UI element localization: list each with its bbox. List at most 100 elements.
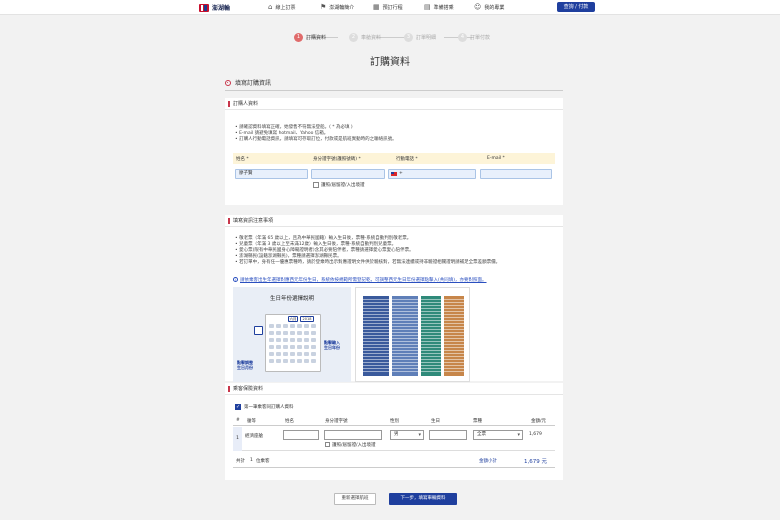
table-row-line xyxy=(444,365,464,366)
table-row-line xyxy=(421,335,441,336)
calendar-day-cell xyxy=(276,324,281,328)
col-header: 身分證字號 xyxy=(325,419,348,424)
subtotal-label: 金額小計 xyxy=(479,459,497,464)
calendar-day-cell xyxy=(311,331,316,335)
nav-item-my[interactable]: ☺ 我的專業 xyxy=(474,3,505,12)
table-row-line xyxy=(363,302,389,303)
calendar-day-cell xyxy=(269,352,274,356)
passenger-passport-checkbox[interactable] xyxy=(325,442,330,447)
table-row-line xyxy=(421,305,441,306)
calendar-day-cell xyxy=(304,331,309,335)
email-input[interactable] xyxy=(480,169,552,179)
table-row-line xyxy=(421,326,441,327)
table-row-line xyxy=(363,344,389,345)
table-row-line xyxy=(392,341,418,342)
table-row-line xyxy=(363,299,389,300)
table-row-line xyxy=(363,335,389,336)
step-number: 4 xyxy=(458,33,467,42)
calendar-day-cell xyxy=(283,352,288,356)
table-row-line xyxy=(363,338,389,339)
table-row-line xyxy=(363,317,389,318)
illustration-note-left: 點擊調整 生日月份 xyxy=(237,360,253,370)
year-click-box xyxy=(254,326,263,335)
note-item: 若訂單中，身有任一優惠票種時，請於登乘時出示對應證明文件供於驗核對，若無法連續或… xyxy=(235,260,500,266)
table-row-line xyxy=(444,356,464,357)
nav-item-prepare[interactable]: ▤ 準備搭乘 xyxy=(424,3,454,12)
table-row-line xyxy=(363,365,389,366)
ticket-type-select[interactable]: 全票 xyxy=(473,430,523,440)
calendar-icon: ▦ xyxy=(373,3,380,11)
same-as-buyer-checkbox[interactable] xyxy=(235,404,241,410)
table-row-line xyxy=(392,347,418,348)
calendar-day-cell xyxy=(290,359,295,363)
table-row: 1 經濟座艙 男 全票 1,679 護照/居留證/入出境證 xyxy=(233,427,555,451)
table-row-line xyxy=(444,371,464,372)
passenger-name-input[interactable] xyxy=(283,430,319,440)
col-header: 性別 xyxy=(390,419,399,424)
logo-mark-icon xyxy=(199,3,209,12)
table-row-line xyxy=(363,332,389,333)
passport-checkbox[interactable] xyxy=(313,182,319,188)
phone-input[interactable]: + xyxy=(388,169,476,179)
table-row-line xyxy=(363,305,389,306)
notice-card: 填寫資訊注意事項 敬老票（年滿 65 歲以上，且為中華民國籍）輸入生日後，票種-… xyxy=(225,215,563,382)
calendar-day-cell xyxy=(311,324,316,328)
table-row-line xyxy=(421,341,441,342)
age-table-image xyxy=(355,287,470,382)
calendar-day-cell xyxy=(290,338,295,342)
divider xyxy=(225,90,563,91)
reselect-voyage-button[interactable]: 重新選擇航班 xyxy=(334,493,376,505)
table-row-line xyxy=(392,332,418,333)
nav-item-itinerary[interactable]: ▦ 預訂行程 xyxy=(373,3,403,12)
table-row-line xyxy=(392,302,418,303)
table-row-line xyxy=(444,302,464,303)
gender-select[interactable]: 男 xyxy=(390,430,424,440)
row-index: 1 xyxy=(233,427,242,451)
birthday-illustration: 生日年份選擇說明 六月 2018 點擊調整 生日月份 點擊輸入 生日年份 xyxy=(233,287,351,382)
step-number: 2 xyxy=(349,33,358,42)
table-row-line xyxy=(363,359,389,360)
table-row-line xyxy=(392,350,418,351)
table-row-line xyxy=(421,338,441,339)
table-row-line xyxy=(421,368,441,369)
col-header: 姓名 xyxy=(285,419,294,424)
table-row-line xyxy=(421,308,441,309)
logo[interactable]: 澎湖輪 xyxy=(199,3,230,12)
id-input[interactable] xyxy=(311,169,385,179)
birthday-input[interactable] xyxy=(429,430,467,440)
table-row-line xyxy=(444,368,464,369)
passenger-id-input[interactable] xyxy=(324,430,382,440)
luggage-icon: ▤ xyxy=(424,3,431,11)
step-number: 3 xyxy=(404,33,413,42)
table-column xyxy=(363,296,389,376)
buyer-card: 訂購人資料 請確認資料填寫正確，始發售不符無法登船。( * 為必填 ) E-ma… xyxy=(225,98,563,205)
table-row-line xyxy=(421,320,441,321)
step-label: 訂單付款 xyxy=(470,35,491,41)
nav-label: 我的專業 xyxy=(484,5,505,11)
link-text: 請依乘客出生年選擇對應西元年份生日，系統依按規範所需登記乾，可調整西元生日年份選… xyxy=(240,278,487,283)
count-unit: 位乘客 xyxy=(256,459,270,464)
step-2: 2 車艙資料 xyxy=(349,33,381,42)
birthday-help-link[interactable]: i 請依乘客出生年選擇對應西元年份生日，系統依按規範所需登記乾，可調整西元生日年份… xyxy=(233,277,487,283)
query-pay-button[interactable]: 查詢 / 付款 xyxy=(557,2,595,12)
next-step-button[interactable]: 下一步，填寫車輛資料 xyxy=(389,493,457,505)
table-row-line xyxy=(444,326,464,327)
calendar-day-cell xyxy=(276,331,281,335)
same-as-buyer-label: 第一筆乘客同訂購人資料 xyxy=(244,405,294,410)
step-label: 訂購資料 xyxy=(306,35,327,41)
calendar-day-cell xyxy=(297,345,302,349)
nav-item-intro[interactable]: ⚑ 澎湖輪簡介 xyxy=(320,4,354,12)
name-input[interactable]: 廖子賢 xyxy=(235,169,308,179)
table-row-line xyxy=(363,353,389,354)
calendar-day-cell xyxy=(269,359,274,363)
table-row-line xyxy=(421,344,441,345)
nav-item-online-booking[interactable]: ⌂ 線上訂票 xyxy=(268,4,295,12)
notice-card-title: 填寫資訊注意事項 xyxy=(225,215,563,227)
calendar-day-cell xyxy=(276,338,281,342)
table-row-line xyxy=(363,329,389,330)
insurance-table-header: # 艙等 姓名 身分證字號 性別 生日 票種 金額/元 xyxy=(233,416,555,426)
table-row-line xyxy=(421,347,441,348)
table-row-line xyxy=(421,362,441,363)
top-nav: 澎湖輪 ⌂ 線上訂票 ⚑ 澎湖輪簡介 ▦ 預訂行程 ▤ 準備搭乘 ☺ 我的專業 … xyxy=(0,0,780,15)
user-icon: ☺ xyxy=(474,3,482,11)
